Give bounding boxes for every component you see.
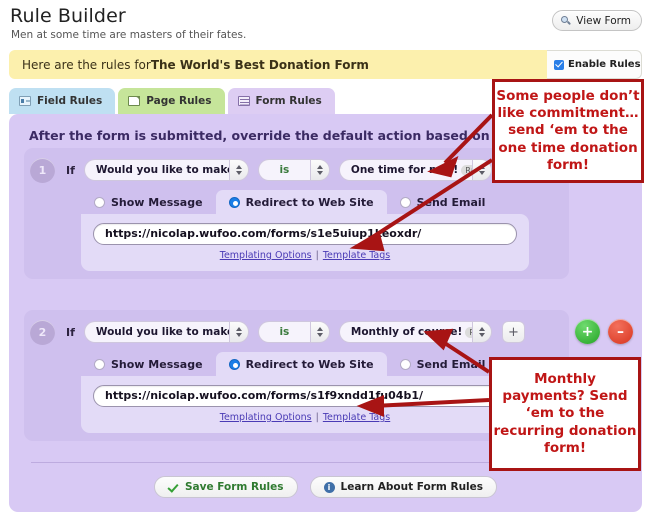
template-links-2: Templating Options | Template Tags xyxy=(219,412,391,423)
field-select-1[interactable]: Would you like to make a Radio xyxy=(83,159,249,181)
enable-rules-label: Enable Rules xyxy=(568,59,641,70)
value-select-1-value: One time for now! xyxy=(350,164,459,176)
rule-condition-row-1: 1 If Would you like to make a Radio is O… xyxy=(24,148,569,192)
field-select-1-stepper[interactable] xyxy=(228,159,249,181)
if-label-1: If xyxy=(66,163,75,177)
rule-tabs: Field Rules Page Rules Form Rules xyxy=(9,88,335,114)
templating-options-link-2[interactable]: Templating Options xyxy=(220,412,312,423)
field-rules-icon xyxy=(19,96,31,106)
rule-block-2: 2 If Would you like to make a Radio is M… xyxy=(24,310,569,441)
radio-show-message-1[interactable] xyxy=(94,196,105,208)
action-send-email-2[interactable]: Send Email xyxy=(387,352,499,376)
redirect-url-input-2[interactable]: https://nicolap.wufoo.com/forms/s1f9xndd… xyxy=(93,385,517,407)
tab-page-rules-label: Page Rules xyxy=(146,95,212,107)
save-form-rules-label: Save Form Rules xyxy=(184,481,284,493)
radio-show-message-2[interactable] xyxy=(94,358,105,370)
value-type-badge-2: Radio xyxy=(465,326,472,338)
template-tags-link-2[interactable]: Template Tags xyxy=(323,412,390,423)
action-show-message-1[interactable]: Show Message xyxy=(81,190,216,214)
value-select-2[interactable]: Monthly of course! Radio xyxy=(338,321,492,343)
save-form-rules-button[interactable]: Save Form Rules xyxy=(153,476,298,498)
learn-about-form-rules-button[interactable]: i Learn About Form Rules xyxy=(309,476,498,498)
template-tags-link-1[interactable]: Template Tags xyxy=(323,250,390,261)
page-rules-icon xyxy=(128,96,141,106)
page-title: Rule Builder xyxy=(10,5,126,27)
check-icon xyxy=(168,483,179,492)
action-show-message-2-label: Show Message xyxy=(111,357,203,371)
action-body-2: https://nicolap.wufoo.com/forms/s1f9xndd… xyxy=(81,376,529,433)
tab-form-rules-label: Form Rules xyxy=(255,95,322,107)
action-tabs-1: Show Message Redirect to Web Site Send E… xyxy=(81,190,498,214)
rule-number-badge-1: 1 xyxy=(30,157,55,183)
view-form-button[interactable]: View Form xyxy=(552,10,642,31)
rule-number-badge-2: 2 xyxy=(30,319,55,345)
radio-redirect-1[interactable] xyxy=(228,196,240,208)
rules-banner: Here are the rules for The World's Best … xyxy=(9,50,642,79)
annotation-callout-2: Monthly payments? Send ‘em to the recurr… xyxy=(489,357,641,471)
enable-rules-toggle[interactable]: Enable Rules xyxy=(547,50,642,79)
add-rule-button[interactable]: + xyxy=(575,319,600,344)
action-show-message-1-label: Show Message xyxy=(111,195,203,209)
rule-condition-row-2: 2 If Would you like to make a Radio is M… xyxy=(24,310,569,354)
enable-rules-checkbox[interactable] xyxy=(554,59,564,70)
operator-select-1[interactable]: is xyxy=(257,159,330,181)
operator-select-2-value: is xyxy=(257,321,310,343)
action-redirect-2[interactable]: Redirect to Web Site xyxy=(215,352,387,376)
rule-block-1: 1 If Would you like to make a Radio is O… xyxy=(24,148,569,279)
value-select-1[interactable]: One time for now! Radio xyxy=(338,159,492,181)
action-show-message-2[interactable]: Show Message xyxy=(81,352,216,376)
annotation-callout-2-text: Monthly payments? Send ‘em to the recurr… xyxy=(493,370,637,456)
footer-buttons: Save Form Rules i Learn About Form Rules xyxy=(9,476,642,498)
value-select-2-stepper[interactable] xyxy=(471,321,492,343)
templating-options-link-1[interactable]: Templating Options xyxy=(220,250,312,261)
remove-rule-button[interactable]: – xyxy=(608,319,633,344)
annotation-callout-1: Some people don’t like commitment… send … xyxy=(492,79,644,183)
template-links-1: Templating Options | Template Tags xyxy=(219,250,391,261)
banner-form-name: The World's Best Donation Form xyxy=(150,57,369,72)
field-select-1-value: Would you like to make a xyxy=(95,164,229,176)
operator-select-1-value: is xyxy=(257,159,310,181)
value-select-2-value: Monthly of course! xyxy=(350,326,463,338)
action-send-email-1-label: Send Email xyxy=(416,195,486,209)
view-form-label: View Form xyxy=(576,14,631,27)
operator-select-1-stepper[interactable] xyxy=(309,159,330,181)
radio-send-email-1[interactable] xyxy=(399,196,411,208)
rule-builder-page: Rule Builder Men at some time are master… xyxy=(0,0,650,526)
redirect-url-input-1[interactable]: https://nicolap.wufoo.com/forms/s1e5uiup… xyxy=(93,223,517,245)
field-select-2[interactable]: Would you like to make a Radio xyxy=(83,321,249,343)
action-body-1: https://nicolap.wufoo.com/forms/s1e5uiup… xyxy=(81,214,529,271)
info-icon: i xyxy=(323,481,335,493)
field-select-2-value: Would you like to make a xyxy=(95,326,229,338)
action-redirect-1[interactable]: Redirect to Web Site xyxy=(215,190,387,214)
radio-send-email-2[interactable] xyxy=(399,358,411,370)
value-type-badge-1: Radio xyxy=(461,164,472,176)
operator-select-2[interactable]: is xyxy=(257,321,330,343)
tab-field-rules-label: Field Rules xyxy=(37,95,103,107)
learn-about-form-rules-label: Learn About Form Rules xyxy=(340,481,484,493)
add-condition-button-2[interactable]: + xyxy=(501,321,525,343)
tab-form-rules[interactable]: Form Rules xyxy=(227,88,335,114)
banner-text: Here are the rules for The World's Best … xyxy=(9,50,547,79)
field-select-2-stepper[interactable] xyxy=(228,321,249,343)
form-rules-icon xyxy=(237,96,250,106)
action-redirect-1-label: Redirect to Web Site xyxy=(245,195,374,209)
action-send-email-1[interactable]: Send Email xyxy=(387,190,499,214)
operator-select-2-stepper[interactable] xyxy=(309,321,330,343)
tab-field-rules[interactable]: Field Rules xyxy=(9,88,116,114)
page-subtitle: Men at some time are masters of their fa… xyxy=(11,29,247,41)
annotation-callout-1-text: Some people don’t like commitment… send … xyxy=(496,87,640,173)
tab-page-rules[interactable]: Page Rules xyxy=(118,88,225,114)
action-send-email-2-label: Send Email xyxy=(416,357,486,371)
search-icon xyxy=(561,15,572,26)
banner-prefix: Here are the rules for xyxy=(22,57,151,72)
if-label-2: If xyxy=(66,325,75,339)
action-redirect-2-label: Redirect to Web Site xyxy=(245,357,374,371)
action-tabs-2: Show Message Redirect to Web Site Send E… xyxy=(81,352,498,376)
value-select-1-stepper[interactable] xyxy=(471,159,492,181)
page-header: Rule Builder Men at some time are master… xyxy=(0,0,650,45)
radio-redirect-2[interactable] xyxy=(228,358,240,370)
